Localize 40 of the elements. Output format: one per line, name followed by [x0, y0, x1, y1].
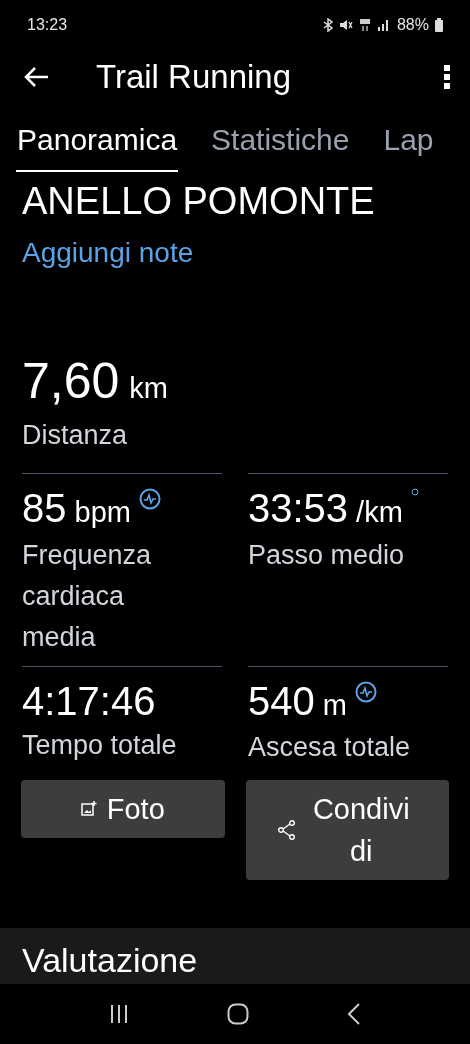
battery-icon: [435, 18, 443, 32]
stat-label: Passo medio: [248, 538, 406, 572]
back-arrow-icon[interactable]: [24, 66, 50, 88]
home-icon[interactable]: [227, 1003, 249, 1025]
battery-percent: 88%: [396, 15, 429, 35]
photo-button[interactable]: Foto: [21, 780, 225, 838]
signal-icon: [376, 19, 391, 31]
distance-unit: km: [129, 371, 168, 406]
network-icon: [358, 18, 371, 32]
tab[interactable]: Statistiche: [210, 117, 351, 172]
add-photo-icon: [80, 801, 97, 817]
recent-apps-icon[interactable]: [109, 1004, 129, 1024]
activity-name: ANELLO POMONTE: [22, 179, 376, 224]
info-dot-icon[interactable]: [410, 488, 419, 496]
stat-unit: m: [322, 687, 347, 723]
section-title: Valutazione: [22, 940, 199, 980]
more-options-icon[interactable]: [444, 65, 450, 89]
stat-value: 85: [22, 485, 67, 532]
stat-label: Frequenza cardiaca media: [22, 538, 153, 654]
stat-value: 4:17:46: [22, 677, 156, 725]
stat-value: 540: [248, 677, 315, 725]
status-time: 13:23: [27, 15, 68, 35]
stat-label: Tempo totale: [22, 728, 178, 762]
bluetooth-icon: [322, 18, 333, 32]
screen-title: Trail Running: [96, 57, 293, 98]
stat-unit: bpm: [74, 495, 131, 530]
distance-label: Distanza: [22, 419, 129, 451]
stat-unit: /km: [356, 495, 403, 530]
heart-rate-icon[interactable]: [138, 488, 161, 510]
stat-value: 33:53: [248, 485, 349, 532]
add-note-link[interactable]: Aggiungi note: [22, 232, 194, 274]
tab[interactable]: Lap: [382, 117, 435, 172]
distance-value: 7,60: [22, 352, 120, 411]
heart-rate-icon[interactable]: [354, 680, 377, 703]
back-icon[interactable]: [347, 1003, 361, 1025]
share-icon: [278, 820, 297, 840]
share-button[interactable]: Condividi: [245, 780, 449, 880]
mute-icon: [338, 18, 353, 32]
tab[interactable]: Panoramica: [16, 117, 179, 172]
stat-label: Ascesa totale: [248, 731, 412, 764]
